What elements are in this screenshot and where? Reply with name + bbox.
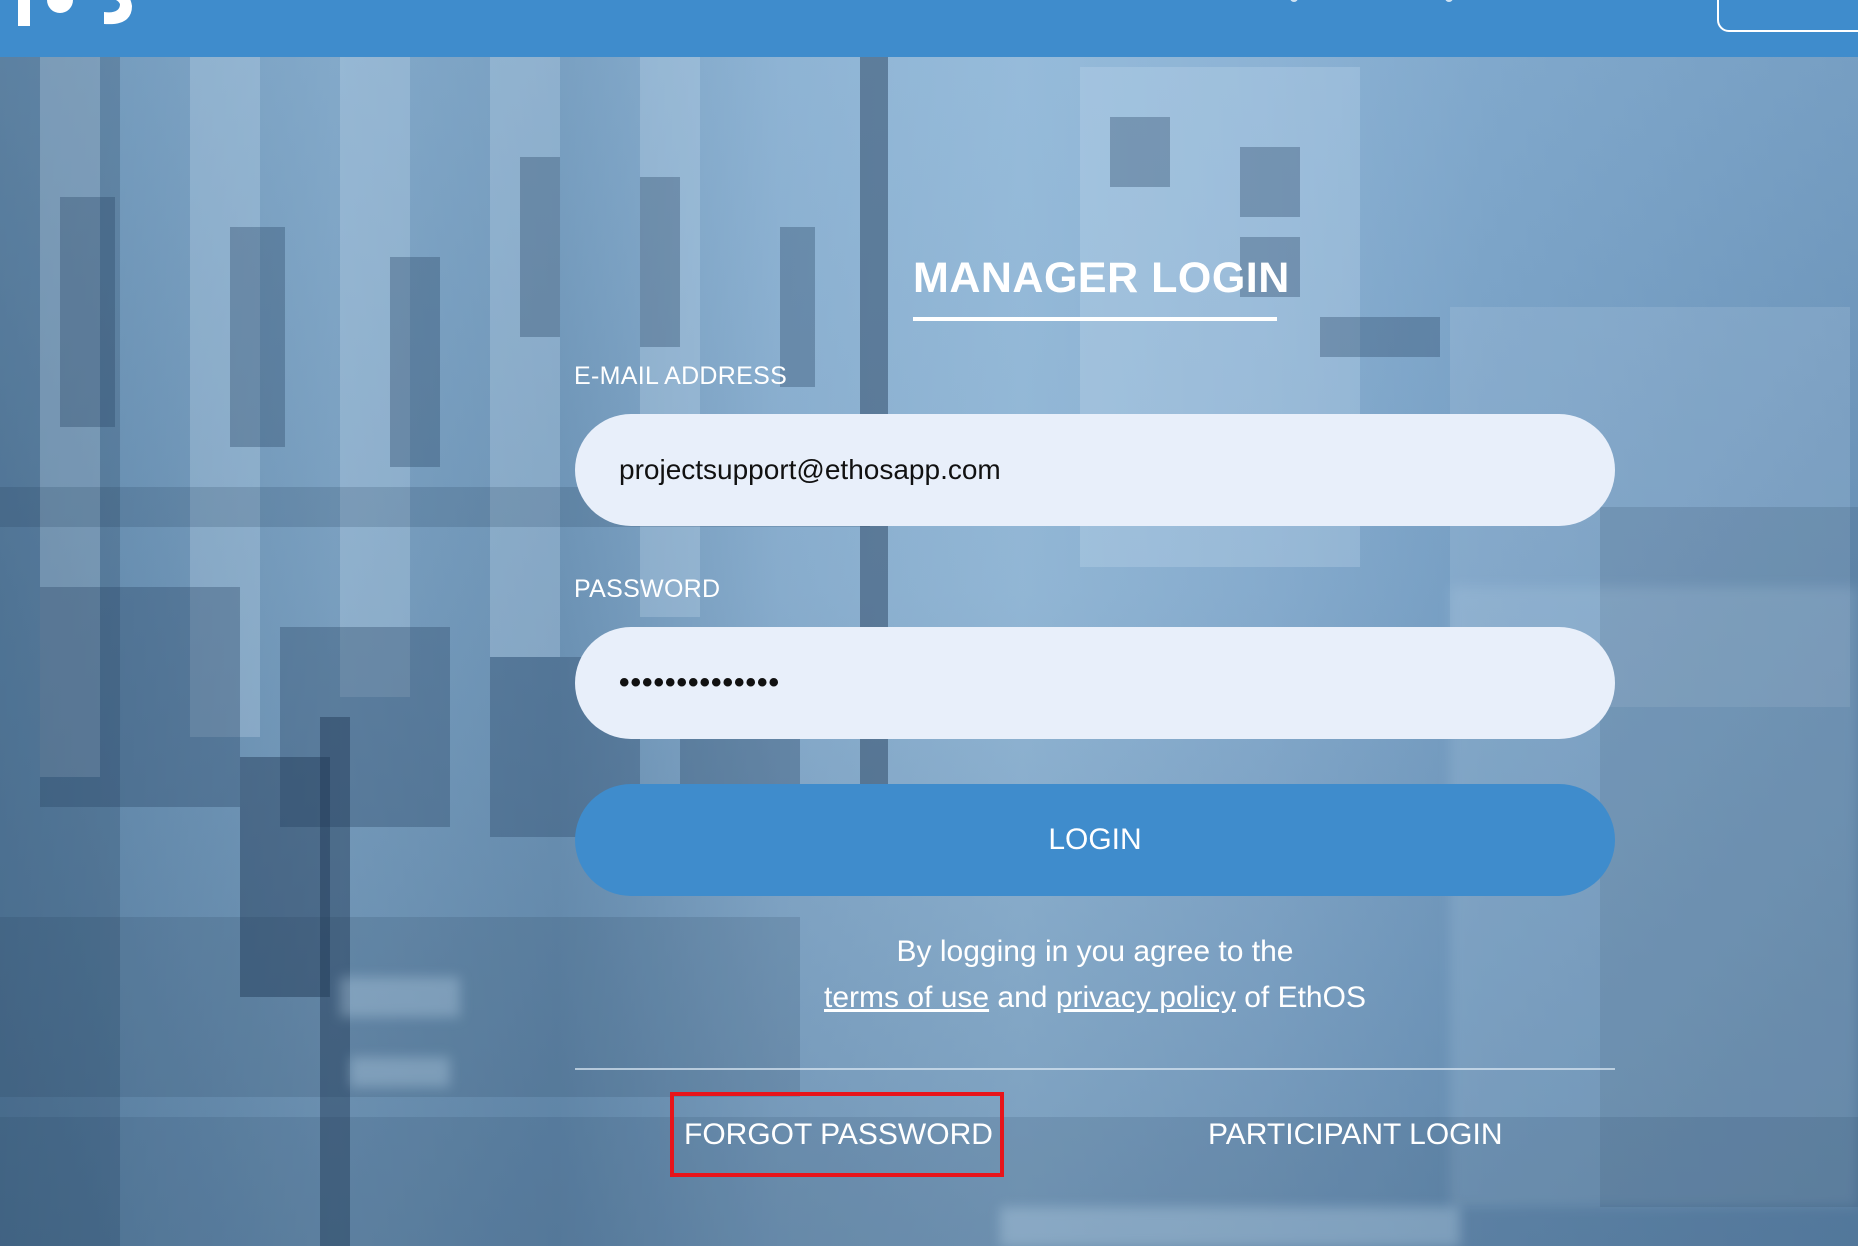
top-right-button[interactable] <box>1717 0 1858 32</box>
password-field-value: •••••••••••••• <box>619 666 781 699</box>
highlight-box <box>670 1092 1004 1177</box>
terms-of-use-link[interactable]: terms of use <box>824 981 989 1014</box>
of-ethos-text: of EthOS <box>1244 981 1366 1014</box>
email-field-value: projectsupport@ethosapp.com <box>619 454 1001 485</box>
and-text: and <box>997 981 1048 1014</box>
agreement-text-line1: By logging in you agree to the <box>896 935 1294 968</box>
nav-dot <box>1290 0 1298 2</box>
password-field[interactable]: •••••••••••••• <box>575 627 1615 739</box>
email-field[interactable]: projectsupport@ethosapp.com <box>575 414 1615 526</box>
page-title: MANAGER LOGIN <box>913 254 1290 302</box>
login-button[interactable]: LOGIN <box>575 784 1615 896</box>
title-underline <box>913 317 1277 321</box>
privacy-policy-link[interactable]: privacy policy <box>1056 981 1236 1014</box>
nav-dot <box>1445 0 1453 2</box>
email-label: E-MAIL ADDRESS <box>574 362 788 390</box>
agreement-text-line2: terms of use and privacy policy of EthOS <box>575 981 1615 1015</box>
password-label: PASSWORD <box>574 575 721 603</box>
divider <box>575 1068 1615 1070</box>
ethos-logo-icon[interactable] <box>8 0 140 26</box>
participant-login-link[interactable]: PARTICIPANT LOGIN <box>1208 1118 1503 1152</box>
top-bar <box>0 0 1858 57</box>
login-button-label: LOGIN <box>1048 823 1142 856</box>
